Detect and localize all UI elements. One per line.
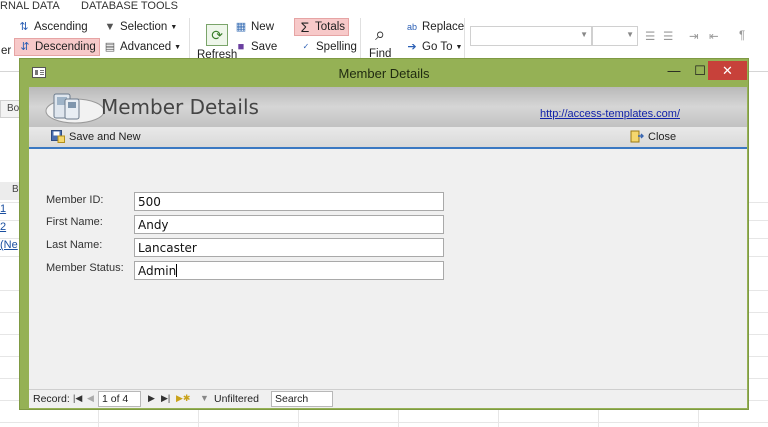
sort-ascending-icon: ⇅ <box>19 21 29 33</box>
font-name-combo[interactable]: ▼ <box>470 26 592 46</box>
chevron-down-icon: ▼ <box>626 30 634 39</box>
totals-button[interactable]: Σ Totals <box>294 18 350 36</box>
spelling-label: Spelling <box>316 41 357 53</box>
record-link[interactable]: 1 <box>0 203 6 215</box>
form-header: Member Details http://access-templates.c… <box>29 87 747 127</box>
close-form-button[interactable]: Close <box>630 130 676 143</box>
last-record-button[interactable]: ▶| <box>161 393 170 404</box>
member-status-value: Admin <box>138 264 177 278</box>
text-cursor <box>176 264 178 277</box>
window-title: Member Details <box>338 66 430 81</box>
member-status-field[interactable]: Admin <box>134 261 444 280</box>
list-icon: ☰ <box>645 31 656 43</box>
ribbon-cut-label: er <box>1 45 12 57</box>
filter-icon: ▼ <box>200 393 209 403</box>
paragraph-icon: ¶ <box>739 30 746 42</box>
search-field[interactable]: Search <box>271 391 333 407</box>
access-templates-link[interactable]: http://access-templates.com/ <box>540 108 680 120</box>
member-id-label: Member ID: <box>46 194 104 206</box>
numbered-list-icon: ☰ <box>663 31 674 43</box>
outdent-icon: ⇤ <box>709 31 719 43</box>
form-toolbar: Save and New Close <box>29 127 747 149</box>
numbering-button[interactable]: ☰ <box>660 27 676 45</box>
new-record-nav-button[interactable]: ▶✱ <box>176 393 190 404</box>
ribbon-tab-bar: RNAL DATA DATABASE TOOLS <box>0 0 768 14</box>
replace-button[interactable]: ab Replace <box>402 18 467 36</box>
save-and-new-icon <box>51 130 65 143</box>
new-record-icon: ▦ <box>235 21 247 33</box>
tab-database-tools[interactable]: DATABASE TOOLS <box>81 0 178 12</box>
minimize-button[interactable]: — <box>660 61 688 80</box>
binoculars-icon: ⌕ <box>375 24 386 44</box>
replace-label: Replace <box>422 21 465 33</box>
member-id-field[interactable]: 500 <box>134 192 444 211</box>
sigma-icon: Σ <box>300 19 310 35</box>
totals-label: Totals <box>315 21 346 33</box>
selection-label: Selection <box>120 21 168 33</box>
grid-line <box>0 422 768 423</box>
sort-ascending-label: Ascending <box>34 21 88 33</box>
save-and-new-label: Save and New <box>69 130 141 143</box>
tab-external-data[interactable]: RNAL DATA <box>0 0 60 12</box>
sort-descending-button[interactable]: ⇵ Descending <box>14 38 100 56</box>
first-record-button[interactable]: |◀ <box>73 393 82 404</box>
spelling-button[interactable]: ✓ Spelling <box>296 38 360 56</box>
previous-record-button[interactable]: ◀ <box>87 393 94 404</box>
new-record-button[interactable]: ▦ New <box>231 18 277 36</box>
first-name-label: First Name: <box>46 216 103 228</box>
new-label: New <box>251 21 275 33</box>
door-exit-icon <box>630 130 644 143</box>
member-status-label: Member Status: <box>46 262 124 274</box>
chevron-down-icon: ▼ <box>580 30 588 39</box>
save-label: Save <box>251 41 278 53</box>
first-name-field[interactable]: Andy <box>134 215 444 234</box>
bullets-button[interactable]: ☰ <box>642 27 658 45</box>
current-record-field[interactable]: 1 of 4 <box>98 391 141 407</box>
selection-filter-button[interactable]: ▼ Selection ▼ <box>100 18 180 36</box>
new-record-link[interactable]: (Ne <box>0 239 18 251</box>
save-icon: ■ <box>237 41 245 53</box>
indent-icon: ⇥ <box>689 31 699 43</box>
advanced-label: Advanced <box>120 41 172 53</box>
filter-icon: ▼ <box>104 21 116 33</box>
outdent-button[interactable]: ⇤ <box>706 27 722 45</box>
refresh-icon: ⟳ <box>206 24 229 46</box>
font-size-combo[interactable]: ▼ <box>592 26 638 46</box>
chevron-down-icon: ▼ <box>174 43 182 51</box>
form-body: Member Details http://access-templates.c… <box>29 87 747 408</box>
member-details-window: Member Details — ☐ ✕ Member Details http… <box>19 58 749 410</box>
close-window-button[interactable]: ✕ <box>708 61 747 80</box>
advanced-filter-icon: ▤ <box>104 41 116 53</box>
sort-descending-icon: ⇵ <box>20 41 30 53</box>
members-logo-icon <box>45 93 105 124</box>
advanced-filter-button[interactable]: ▤ Advanced ▼ <box>100 38 184 56</box>
filter-status[interactable]: Unfiltered <box>214 393 259 405</box>
close-label: Close <box>648 130 677 143</box>
goto-label: Go To <box>422 41 453 53</box>
arrow-right-icon: ➔ <box>407 41 417 53</box>
replace-icon: ab <box>406 22 417 32</box>
record-link[interactable]: 2 <box>0 221 6 233</box>
goto-button[interactable]: ➔ Go To ▼ <box>402 38 465 56</box>
paragraph-button[interactable]: ¶ <box>736 27 748 45</box>
form-header-title: Member Details <box>101 95 259 119</box>
next-record-button[interactable]: ▶ <box>148 393 155 404</box>
sort-descending-label: Descending <box>35 41 96 53</box>
indent-button[interactable]: ⇥ <box>686 27 702 45</box>
window-titlebar[interactable]: Member Details — ☐ ✕ <box>20 59 748 87</box>
sort-ascending-button[interactable]: ⇅ Ascending <box>14 18 91 36</box>
record-navigation-bar: Record: |◀ ◀ 1 of 4 ▶ ▶| ▶✱ ▼ Unfiltered… <box>29 389 747 408</box>
save-record-button[interactable]: ■ Save <box>231 38 280 56</box>
last-name-field[interactable]: Lancaster <box>134 238 444 257</box>
chevron-down-icon: ▼ <box>170 23 178 31</box>
chevron-down-icon: ▼ <box>455 43 463 51</box>
record-label: Record: <box>33 393 70 405</box>
last-name-label: Last Name: <box>46 239 103 251</box>
spelling-icon: ✓ <box>302 42 310 51</box>
save-and-new-button[interactable]: Save and New <box>51 130 141 143</box>
